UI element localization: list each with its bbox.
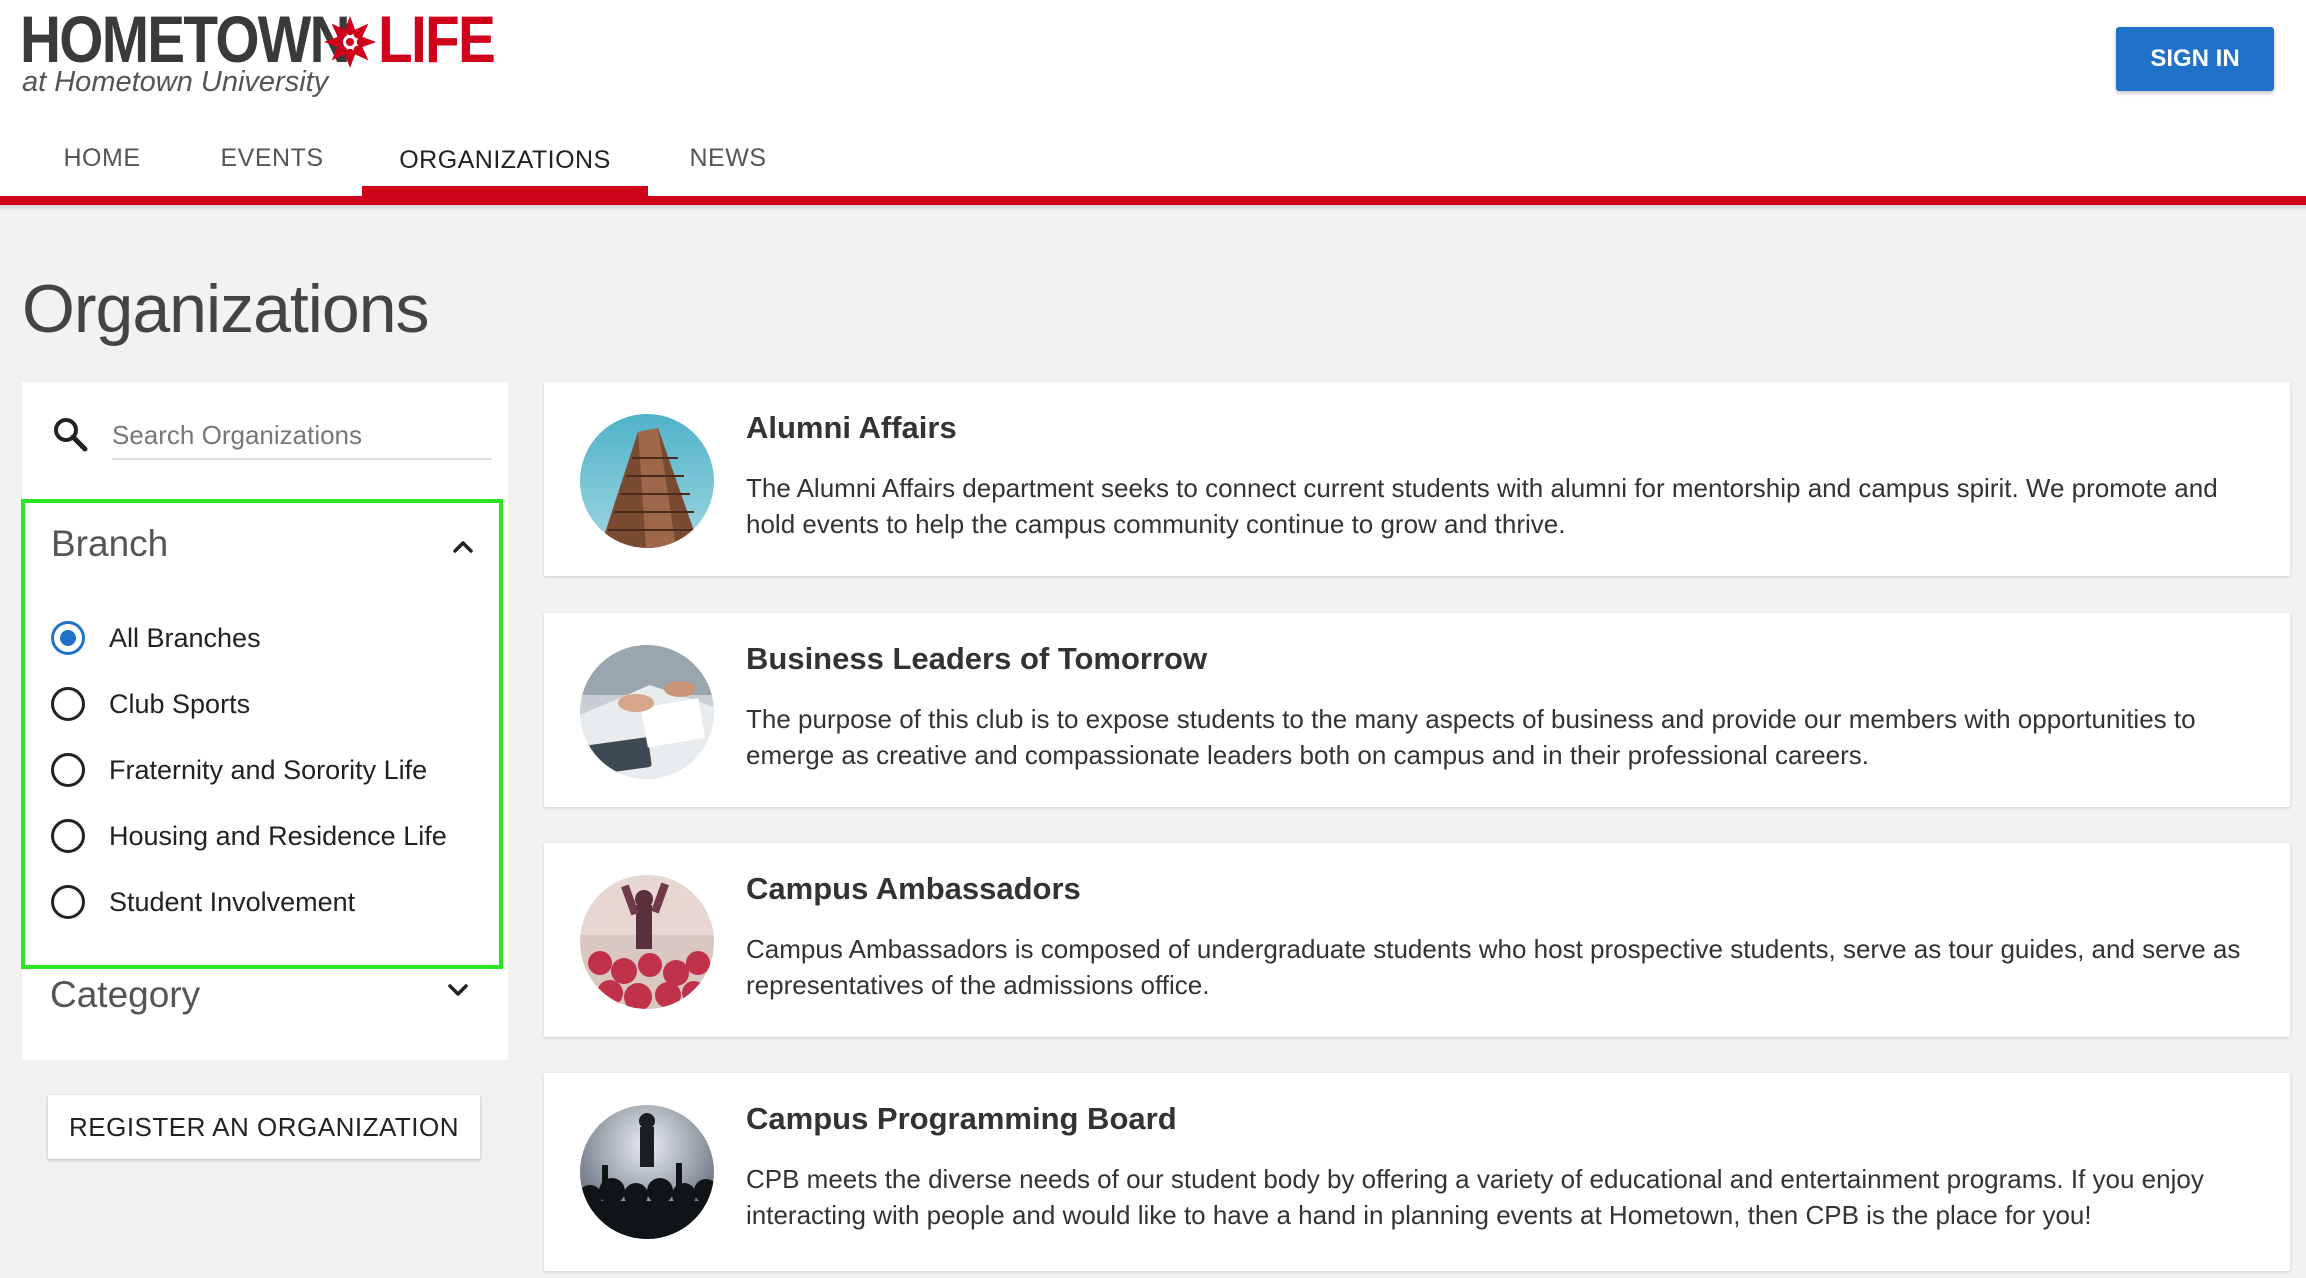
search-organizations-input[interactable] bbox=[112, 412, 492, 460]
cheering-crowd-photo-icon bbox=[580, 875, 714, 1009]
logo-hometown-text: HOMETOWN bbox=[20, 2, 351, 76]
organization-name[interactable]: Campus Programming Board bbox=[746, 1101, 1177, 1137]
branch-option-label: Club Sports bbox=[109, 689, 251, 719]
filter-sidebar: Branch All Branches Club Sports Fraterni… bbox=[21, 382, 508, 1060]
logo-emblem-icon bbox=[324, 16, 376, 68]
organization-avatar bbox=[580, 645, 714, 779]
radio-button[interactable] bbox=[51, 753, 85, 787]
organization-card[interactable]: Campus Ambassadors Campus Ambassadors is… bbox=[544, 843, 2290, 1037]
organization-name[interactable]: Business Leaders of Tomorrow bbox=[746, 641, 1207, 677]
radio-button[interactable] bbox=[51, 687, 85, 721]
header-shadow bbox=[0, 205, 2306, 211]
chevron-up-icon[interactable] bbox=[451, 535, 475, 559]
radio-button-checked[interactable] bbox=[51, 621, 85, 655]
concert-crowd-photo-icon bbox=[580, 1105, 714, 1239]
organization-card[interactable]: Campus Programming Board CPB meets the d… bbox=[544, 1073, 2290, 1271]
organization-description: Campus Ambassadors is composed of underg… bbox=[746, 934, 2241, 1000]
chevron-down-icon[interactable] bbox=[446, 978, 470, 1002]
radio-button[interactable] bbox=[51, 885, 85, 919]
search-icon bbox=[54, 418, 88, 452]
tab-news[interactable]: NEWS bbox=[678, 120, 778, 196]
organization-description: The Alumni Affairs department seeks to c… bbox=[746, 473, 2218, 539]
logo-subtitle: at Hometown University bbox=[22, 66, 329, 98]
desk-laptop-photo-icon bbox=[580, 645, 714, 779]
branch-option-label: Student Involvement bbox=[109, 887, 356, 917]
organization-avatar bbox=[580, 414, 714, 548]
active-tab-indicator bbox=[362, 186, 648, 196]
branch-filter-panel: Branch All Branches Club Sports Fraterni… bbox=[21, 499, 503, 969]
branch-option-label: All Branches bbox=[109, 623, 261, 653]
organization-description: The purpose of this club is to expose st… bbox=[746, 704, 2196, 770]
register-organization-button[interactable]: REGISTER AN ORGANIZATION bbox=[48, 1095, 480, 1159]
category-facet-title[interactable]: Category bbox=[50, 974, 200, 1016]
organization-avatar bbox=[580, 875, 714, 1009]
branch-facet-title[interactable]: Branch bbox=[51, 523, 168, 565]
organization-card[interactable]: Business Leaders of Tomorrow The purpose… bbox=[544, 613, 2290, 807]
logo-life-text: LIFE bbox=[378, 2, 496, 76]
radio-button[interactable] bbox=[51, 819, 85, 853]
organization-description: CPB meets the diverse needs of our stude… bbox=[746, 1164, 2204, 1230]
tab-events[interactable]: EVENTS bbox=[210, 120, 334, 196]
organization-avatar bbox=[580, 1105, 714, 1239]
search-bar bbox=[22, 382, 508, 482]
header-red-rule bbox=[0, 196, 2306, 205]
organization-card[interactable]: Alumni Affairs The Alumni Affairs depart… bbox=[544, 382, 2290, 576]
organization-name[interactable]: Alumni Affairs bbox=[746, 410, 957, 446]
organization-name[interactable]: Campus Ambassadors bbox=[746, 871, 1081, 907]
page-title: Organizations bbox=[22, 271, 430, 347]
tab-home[interactable]: HOME bbox=[44, 120, 160, 196]
sign-in-button[interactable]: SIGN IN bbox=[2116, 27, 2274, 91]
branch-option-label: Fraternity and Sorority Life bbox=[109, 755, 428, 785]
branch-option-label: Housing and Residence Life bbox=[109, 821, 447, 851]
skyscraper-photo-icon bbox=[580, 414, 714, 548]
site-header: HOMETOWN LIFE at Hometown University SIG… bbox=[0, 0, 2306, 196]
